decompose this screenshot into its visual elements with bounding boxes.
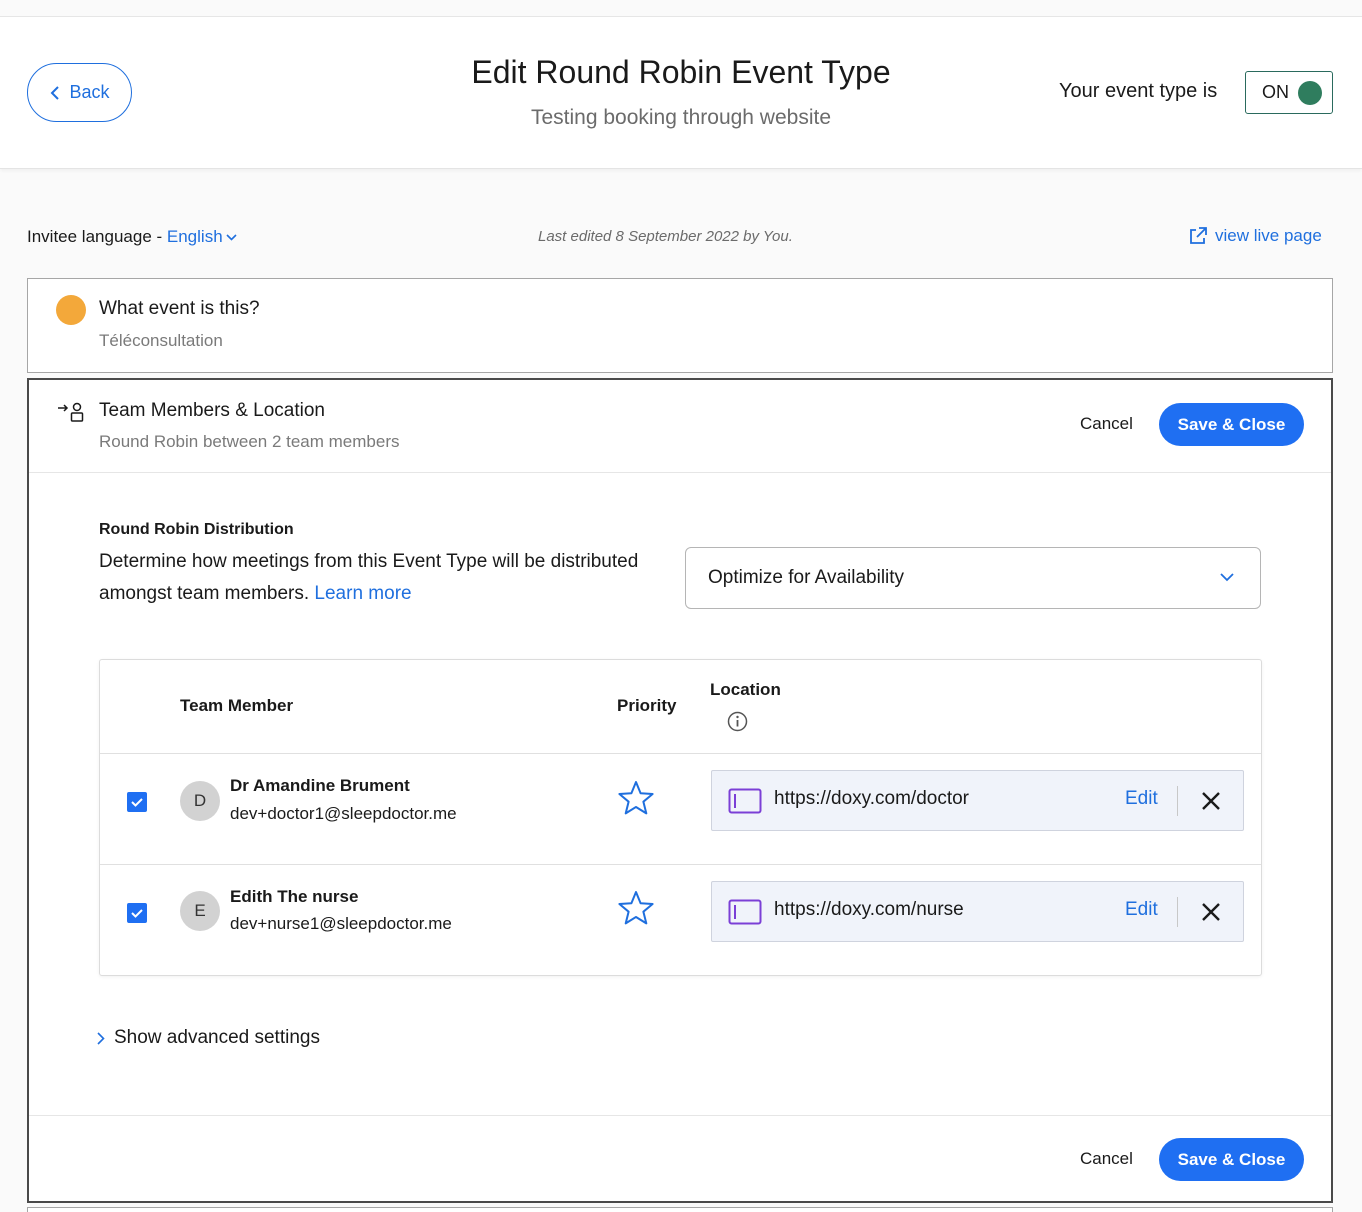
- location-field: https://doxy.com/nurse Edit: [711, 881, 1244, 942]
- team-members-table: Team Member Priority Location D Dr Amand…: [99, 659, 1262, 976]
- location-url: https://doxy.com/nurse: [774, 899, 964, 920]
- view-live-page-link[interactable]: view live page: [1188, 226, 1322, 246]
- invitee-language: Invitee language - English: [27, 227, 237, 247]
- star-icon[interactable]: [617, 890, 655, 926]
- member-email: dev+nurse1@sleepdoctor.me: [230, 914, 452, 933]
- what-event-subtitle: Téléconsultation: [99, 331, 223, 350]
- check-icon: [131, 798, 143, 807]
- toggle-label: ON: [1262, 82, 1289, 102]
- event-status-label: Your event type is: [1059, 80, 1218, 102]
- video-conference-icon: [728, 899, 762, 925]
- save-close-button-top[interactable]: Save & Close: [1159, 403, 1304, 446]
- member-checkbox[interactable]: [127, 792, 147, 812]
- next-card-edge: [27, 1207, 1333, 1212]
- row-divider: [100, 753, 1261, 754]
- check-icon: [131, 909, 143, 918]
- assign-user-icon: [58, 402, 84, 422]
- language-dropdown[interactable]: English: [167, 227, 237, 246]
- location-divider: [1177, 897, 1178, 927]
- last-edited: Last edited 8 September 2022 by You.: [538, 228, 793, 245]
- distribution-description: Determine how meetings from this Event T…: [99, 546, 639, 610]
- location-divider: [1177, 786, 1178, 816]
- location-url: https://doxy.com/doctor: [774, 788, 970, 809]
- close-icon[interactable]: [1200, 790, 1222, 812]
- cancel-button-top[interactable]: Cancel: [1080, 414, 1133, 434]
- location-field: https://doxy.com/doctor Edit: [711, 770, 1244, 831]
- location-edit-button[interactable]: Edit: [1125, 788, 1158, 810]
- column-header-location: Location: [710, 680, 781, 699]
- section-divider: [29, 472, 1331, 473]
- distribution-title: Round Robin Distribution: [99, 521, 294, 538]
- toggle-knob: [1298, 81, 1322, 105]
- avatar: E: [180, 891, 220, 931]
- cancel-button-bottom[interactable]: Cancel: [1080, 1149, 1133, 1169]
- chevron-down-icon: [1220, 573, 1234, 582]
- location-edit-button[interactable]: Edit: [1125, 899, 1158, 921]
- page-header: Back Edit Round Robin Event Type Testing…: [0, 17, 1362, 169]
- show-advanced-settings[interactable]: Show advanced settings: [97, 1027, 320, 1049]
- column-header-priority: Priority: [617, 696, 677, 715]
- what-event-title: What event is this?: [99, 298, 260, 319]
- view-live-page-label: view live page: [1215, 226, 1322, 245]
- close-icon[interactable]: [1200, 901, 1222, 923]
- member-email: dev+doctor1@sleepdoctor.me: [230, 804, 457, 823]
- distribution-select[interactable]: Optimize for Availability: [685, 547, 1261, 609]
- page-subtitle: Testing booking through website: [530, 106, 832, 129]
- chevron-right-icon: [97, 1031, 105, 1045]
- event-color-dot: [56, 295, 86, 325]
- distribution-selected-value: Optimize for Availability: [708, 567, 905, 588]
- external-link-icon: [1190, 227, 1207, 244]
- event-status-toggle[interactable]: ON: [1245, 71, 1333, 114]
- learn-more-link[interactable]: Learn more: [314, 583, 411, 604]
- footer-divider: [29, 1115, 1331, 1116]
- info-icon[interactable]: [727, 711, 748, 732]
- video-conference-icon: [728, 788, 762, 814]
- member-name: Dr Amandine Brument: [230, 776, 410, 795]
- advanced-settings-label: Show advanced settings: [114, 1027, 320, 1048]
- language-value: English: [166, 227, 223, 246]
- what-event-card[interactable]: What event is this? Téléconsultation: [27, 278, 1333, 373]
- avatar: D: [180, 781, 220, 821]
- save-close-button-bottom[interactable]: Save & Close: [1159, 1138, 1304, 1181]
- column-header-member: Team Member: [180, 696, 294, 715]
- team-section-title: Team Members & Location: [99, 400, 325, 421]
- team-members-card: Team Members & Location Round Robin betw…: [27, 378, 1333, 1203]
- star-icon[interactable]: [617, 780, 655, 816]
- language-prefix: Invitee language -: [27, 227, 163, 246]
- chevron-down-icon: [226, 234, 237, 241]
- member-name: Edith The nurse: [230, 887, 359, 906]
- row-divider: [100, 864, 1261, 865]
- team-section-subtitle: Round Robin between 2 team members: [99, 432, 400, 451]
- member-checkbox[interactable]: [127, 903, 147, 923]
